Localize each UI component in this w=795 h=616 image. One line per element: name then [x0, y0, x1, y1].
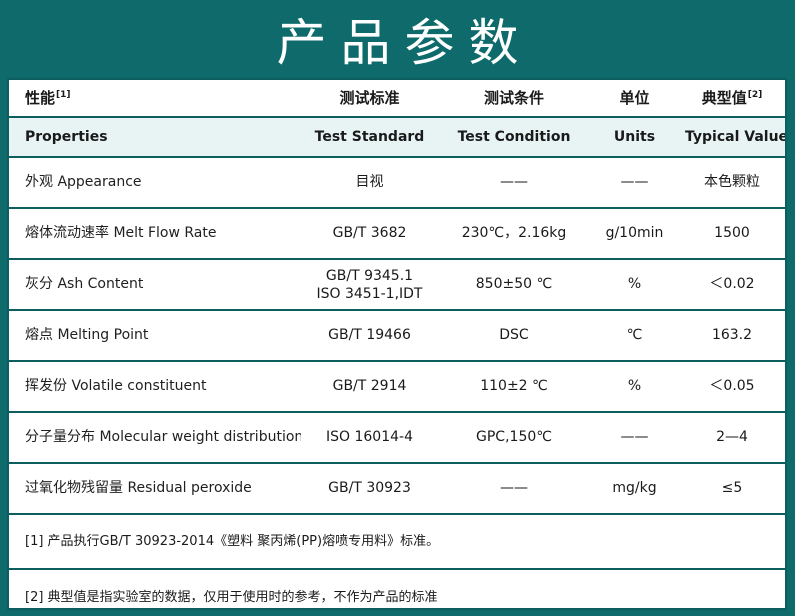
condition-cell: 110±2 ℃ — [438, 361, 590, 413]
property-cell: 过氧化物残留量 Residual peroxide — [9, 463, 301, 515]
property-cell: 灰分 Ash Content — [9, 259, 301, 311]
footnote-2: [2] 典型值是指实验室的数据，仅用于使用时的参考，不作为产品的标准 — [25, 589, 438, 605]
header-condition-en: Test Condition — [438, 117, 590, 158]
condition-cell: 850±50 ℃ — [438, 259, 590, 311]
standard-cell: GB/T 30923 — [301, 463, 438, 515]
standard-cell: 目视 — [301, 157, 438, 209]
table-row: 挥发份 Volatile constituent GB/T 2914 110±2… — [9, 361, 785, 413]
value-cell: 163.2 — [679, 310, 785, 362]
standard-line-1: GB/T 9345.1 — [325, 267, 414, 284]
header-row-english: Properties Test Standard Test Condition … — [9, 117, 785, 158]
table-row: 熔点 Melting Point GB/T 19466 DSC ℃ 163.2 — [9, 310, 785, 362]
footnote-ref-2: [2] — [747, 89, 763, 100]
header-unit-en: Units — [590, 117, 679, 158]
footnote-1: [1] 产品执行GB/T 30923-2014《塑料 聚丙烯(PP)熔喷专用料》… — [9, 514, 785, 570]
spec-sheet: 性能[1] 测试标准 测试条件 单位 典型值[2] Properties Tes… — [7, 78, 787, 610]
unit-cell: ℃ — [590, 310, 679, 362]
value-cell: 本色颗粒 — [679, 157, 785, 209]
header-unit-cn: 单位 — [590, 80, 679, 118]
header-standard-cn: 测试标准 — [301, 80, 438, 118]
title-banner: 产品参数 — [0, 0, 795, 78]
condition-cell: —— — [438, 157, 590, 209]
table-row: 分子量分布 Molecular weight distribution ISO … — [9, 412, 785, 464]
header-standard-en: Test Standard — [301, 117, 438, 158]
property-cell: 分子量分布 Molecular weight distribution — [9, 412, 301, 464]
property-cell: 熔点 Melting Point — [9, 310, 301, 362]
unit-cell: —— — [590, 412, 679, 464]
value-cell: 2—4 — [679, 412, 785, 464]
footnote-row-2: [2] 典型值是指实验室的数据，仅用于使用时的参考，不作为产品的标准 — [9, 569, 785, 608]
unit-cell: % — [590, 361, 679, 413]
header-row-chinese: 性能[1] 测试标准 测试条件 单位 典型值[2] — [9, 80, 785, 118]
header-value-cn: 典型值[2] — [679, 80, 785, 118]
table-row: 熔体流动速率 Melt Flow Rate GB/T 3682 230℃，2.1… — [9, 208, 785, 260]
value-cell: ＜0.05 — [679, 361, 785, 413]
header-condition-cn: 测试条件 — [438, 80, 590, 118]
standard-cell: GB/T 9345.1 ISO 3451-1,IDT — [301, 259, 438, 311]
condition-cell: GPC,150℃ — [438, 412, 590, 464]
table-row: 外观 Appearance 目视 —— —— 本色颗粒 — [9, 157, 785, 209]
footnote-row-1: [1] 产品执行GB/T 30923-2014《塑料 聚丙烯(PP)熔喷专用料》… — [9, 514, 785, 570]
table-row: 过氧化物残留量 Residual peroxide GB/T 30923 —— … — [9, 463, 785, 515]
standard-line-2: ISO 3451-1,IDT — [316, 285, 423, 302]
unit-cell: —— — [590, 157, 679, 209]
condition-cell: DSC — [438, 310, 590, 362]
header-property-cn: 性能[1] — [9, 80, 301, 118]
standard-cell: GB/T 3682 — [301, 208, 438, 260]
unit-cell: g/10min — [590, 208, 679, 260]
value-cell: ＜0.02 — [679, 259, 785, 311]
page-title: 产品参数 — [276, 14, 533, 72]
standard-cell: GB/T 2914 — [301, 361, 438, 413]
condition-cell: —— — [438, 463, 590, 515]
footnote-ref-1: [1] — [56, 89, 71, 100]
table-row: 灰分 Ash Content GB/T 9345.1 ISO 3451-1,ID… — [9, 259, 785, 311]
property-cell: 外观 Appearance — [9, 157, 301, 209]
value-cell: ≤5 — [679, 463, 785, 515]
header-property-en: Properties — [9, 117, 301, 158]
unit-cell: % — [590, 259, 679, 311]
header-value-en: Typical Values — [679, 117, 785, 158]
unit-cell: mg/kg — [590, 463, 679, 515]
property-cell: 挥发份 Volatile constituent — [9, 361, 301, 413]
standard-cell: ISO 16014-4 — [301, 412, 438, 464]
value-cell: 1500 — [679, 208, 785, 260]
condition-cell: 230℃，2.16kg — [438, 208, 590, 260]
properties-table: 性能[1] 测试标准 测试条件 单位 典型值[2] Properties Tes… — [9, 80, 785, 608]
standard-cell: GB/T 19466 — [301, 310, 438, 362]
property-cell: 熔体流动速率 Melt Flow Rate — [9, 208, 301, 260]
page-frame: 产品参数 性能[1] 测试标准 测试条件 单位 典型值[2] Propertie… — [0, 0, 795, 616]
